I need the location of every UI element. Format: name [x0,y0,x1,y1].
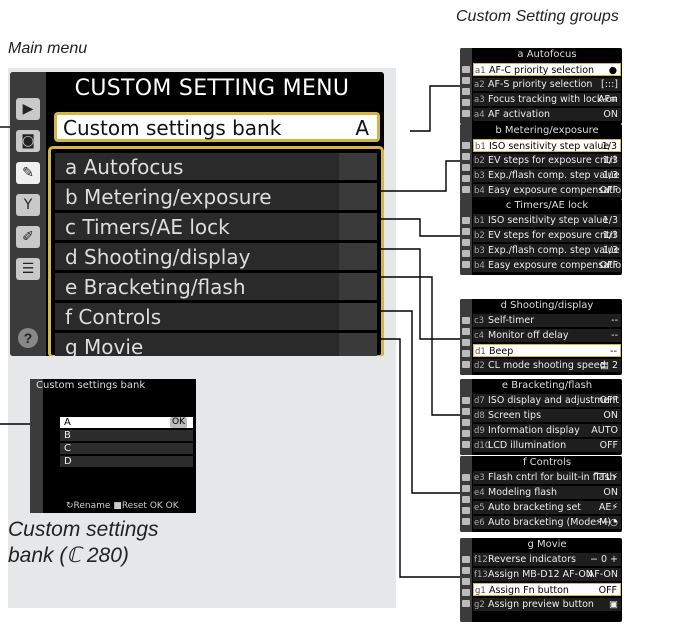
connector-lines [0,85,460,578]
